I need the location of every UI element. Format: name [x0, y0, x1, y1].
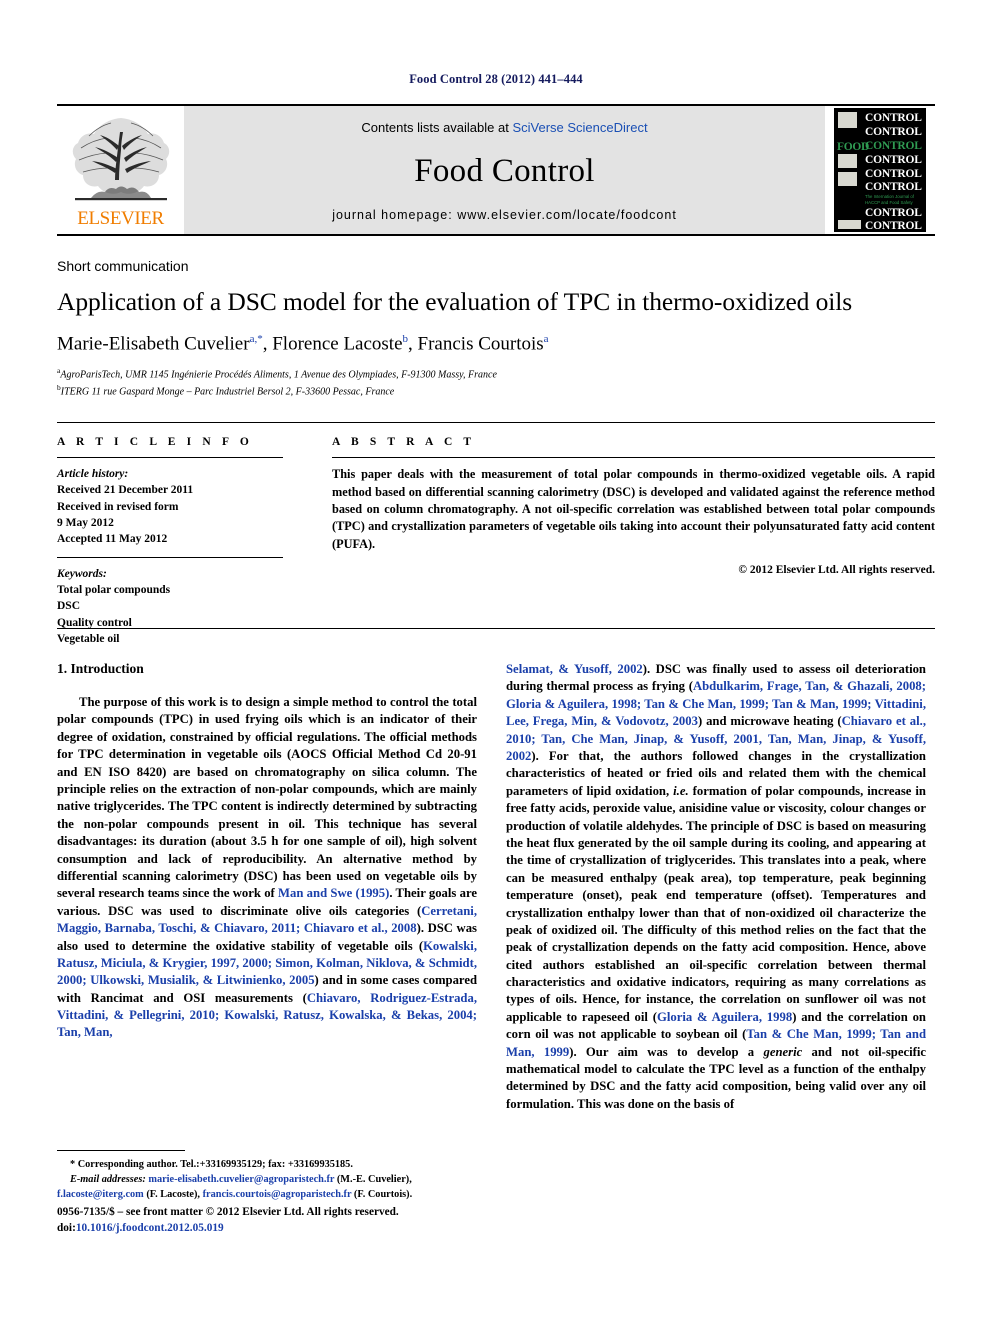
- author-name: Florence Lacoste: [272, 333, 403, 355]
- email-addresses-line: E-mail addresses: marie-elisabeth.cuveli…: [57, 1173, 477, 1188]
- contents-available-line: Contents lists available at SciVerse Sci…: [361, 120, 647, 135]
- abstract-panel: A B S T R A C T This paper deals with th…: [307, 423, 935, 628]
- paragraph: The purpose of this work is to design a …: [57, 694, 477, 1042]
- author-affiliation-marker[interactable]: a,*: [250, 333, 263, 345]
- email-owner: (M.-E. Cuvelier),: [334, 1173, 412, 1185]
- divider: [57, 556, 283, 558]
- paragraph-text: formation of polar compounds, increase i…: [506, 783, 926, 1024]
- keyword-item: DSC: [57, 600, 81, 613]
- body-column-left: 1. Introduction The purpose of this work…: [57, 661, 477, 1113]
- affiliation-item: aAgroParisTech, UMR 1145 Ingénierie Proc…: [57, 366, 935, 383]
- corresponding-author-line: * Corresponding author. Tel.:+3316993512…: [70, 1159, 353, 1170]
- cover-tagline: The Internation Journal of HACCP and Foo…: [865, 194, 914, 205]
- citation-link[interactable]: Man and Swe (1995): [278, 886, 389, 900]
- cover-control-word: CONTROL: [865, 126, 922, 138]
- cover-control-word: CONTROL: [865, 140, 922, 152]
- doi-label: doi:: [57, 1222, 76, 1235]
- journal-masthead: ELSEVIER Contents lists available at Sci…: [57, 104, 935, 236]
- cover-minibox: [838, 154, 857, 168]
- elsevier-wordmark: ELSEVIER: [77, 208, 164, 229]
- author-affiliation-marker[interactable]: b: [403, 333, 409, 345]
- keyword-item: Vegetable oil: [57, 633, 120, 646]
- emphasis-text: generic: [763, 1044, 803, 1059]
- divider: [332, 457, 935, 459]
- sciencedirect-link[interactable]: SciVerse ScienceDirect: [512, 120, 647, 135]
- affiliation-text: AgroParisTech, UMR 1145 Ingénierie Procé…: [60, 369, 497, 381]
- abstract-heading: A B S T R A C T: [332, 436, 476, 449]
- keywords-label: Keywords:: [57, 567, 107, 580]
- author-list: Marie-Elisabeth Cuveliera,*, Florence La…: [57, 333, 549, 355]
- article-history-label: Article history:: [57, 468, 129, 481]
- divider: [57, 457, 283, 459]
- paragraph-text: The purpose of this work is to design a …: [57, 695, 477, 901]
- paragraph: Selamat, & Yusoff, 2002). DSC was finall…: [506, 661, 926, 1113]
- cover-control-word: CONTROL: [865, 154, 922, 166]
- body-columns: 1. Introduction The purpose of this work…: [57, 661, 935, 1113]
- affiliation-item: bITERG 11 rue Gaspard Monge – Parc Indus…: [57, 383, 935, 400]
- body-column-right: Selamat, & Yusoff, 2002). DSC was finall…: [506, 661, 926, 1113]
- journal-cover-container: FOOD CONTROL CONTROL CONTROL CONTROL CON…: [825, 106, 935, 234]
- citation-link[interactable]: Gloria & Aguilera, 1998: [657, 1010, 792, 1024]
- article-history-item: Accepted 11 May 2012: [57, 533, 168, 546]
- article-type-label: Short communication: [57, 258, 189, 274]
- paper-page: Food Control 28 (2012) 441–444 ELSEVIER …: [0, 0, 992, 1323]
- abstract-text: This paper deals with the measurement of…: [332, 467, 935, 551]
- email-owner: (F. Lacoste),: [143, 1188, 203, 1200]
- article-info-heading: A R T I C L E I N F O: [57, 436, 253, 449]
- cover-minibox: [838, 220, 861, 229]
- corresponding-author-footnote: * Corresponding author. Tel.:+3316993512…: [57, 1150, 477, 1203]
- article-info-abstract-block: A R T I C L E I N F O Article history: R…: [57, 422, 935, 645]
- affiliation-list: aAgroParisTech, UMR 1145 Ingénierie Proc…: [57, 366, 935, 400]
- journal-homepage-link[interactable]: journal homepage: www.elsevier.com/locat…: [332, 208, 677, 222]
- article-info-panel: A R T I C L E I N F O Article history: R…: [57, 423, 307, 645]
- emphasis-text: i.e.: [673, 783, 689, 798]
- journal-title: Food Control: [414, 153, 595, 189]
- keyword-item: Total polar compounds: [57, 584, 171, 597]
- author-name: Francis Courtois: [417, 333, 544, 355]
- doi-line: doi:10.1016/j.foodcont.2012.05.019: [57, 1220, 527, 1236]
- email-link[interactable]: f.lacoste@iterg.com: [57, 1189, 144, 1200]
- citation-link[interactable]: Selamat, & Yusoff, 2002: [506, 662, 643, 676]
- cover-minibox: [838, 172, 857, 186]
- elsevier-tree-icon: [72, 118, 169, 201]
- contents-prefix: Contents lists available at: [361, 120, 513, 135]
- doi-link[interactable]: 10.1016/j.foodcont.2012.05.019: [76, 1222, 224, 1234]
- page-footer: 0956-7135/$ – see front matter © 2012 El…: [57, 1204, 527, 1236]
- cover-minibox: [838, 112, 857, 128]
- cover-control-word: CONTROL: [865, 220, 922, 232]
- email-owner: (F. Courtois).: [351, 1188, 413, 1200]
- article-history-item: Received in revised form: [57, 500, 179, 513]
- author-name: Marie-Elisabeth Cuvelier: [57, 333, 250, 355]
- email-link[interactable]: marie-elisabeth.cuvelier@agroparistech.f…: [148, 1174, 334, 1185]
- affiliation-text: ITERG 11 rue Gaspard Monge – Parc Indust…: [60, 386, 395, 398]
- paragraph-text: ) and microwave heating (: [697, 714, 842, 729]
- email-label: E-mail addresses:: [70, 1173, 146, 1185]
- page-title: Application of a DSC model for the evalu…: [57, 287, 853, 316]
- masthead-center: Contents lists available at SciVerse Sci…: [184, 106, 825, 234]
- article-history-item: 9 May 2012: [57, 517, 114, 530]
- cover-control-word: CONTROL: [865, 112, 922, 124]
- section-title-introduction: 1. Introduction: [57, 661, 144, 677]
- paragraph-text: ). Our aim was to develop a: [569, 1044, 764, 1059]
- cover-control-word: CONTROL: [865, 168, 922, 180]
- elsevier-logo: ELSEVIER: [57, 106, 184, 234]
- issn-copyright-line: 0956-7135/$ – see front matter © 2012 El…: [57, 1206, 399, 1218]
- cover-control-word: CONTROL: [865, 207, 922, 219]
- email-link[interactable]: francis.courtois@agroparistech.fr: [203, 1189, 352, 1200]
- keyword-item: Quality control: [57, 616, 132, 629]
- article-history-item: Received 21 December 2011: [57, 484, 194, 497]
- running-head: Food Control 28 (2012) 441–444: [409, 72, 583, 86]
- cover-control-word: CONTROL: [865, 181, 922, 193]
- footnote-divider: [57, 1150, 185, 1151]
- abstract-copyright: © 2012 Elsevier Ltd. All rights reserved…: [738, 564, 935, 577]
- journal-cover-thumbnail: FOOD CONTROL CONTROL CONTROL CONTROL CON…: [834, 108, 926, 232]
- email-addresses-line-2: f.lacoste@iterg.com (F. Lacoste), franci…: [57, 1188, 477, 1203]
- author-affiliation-marker[interactable]: a: [544, 333, 549, 345]
